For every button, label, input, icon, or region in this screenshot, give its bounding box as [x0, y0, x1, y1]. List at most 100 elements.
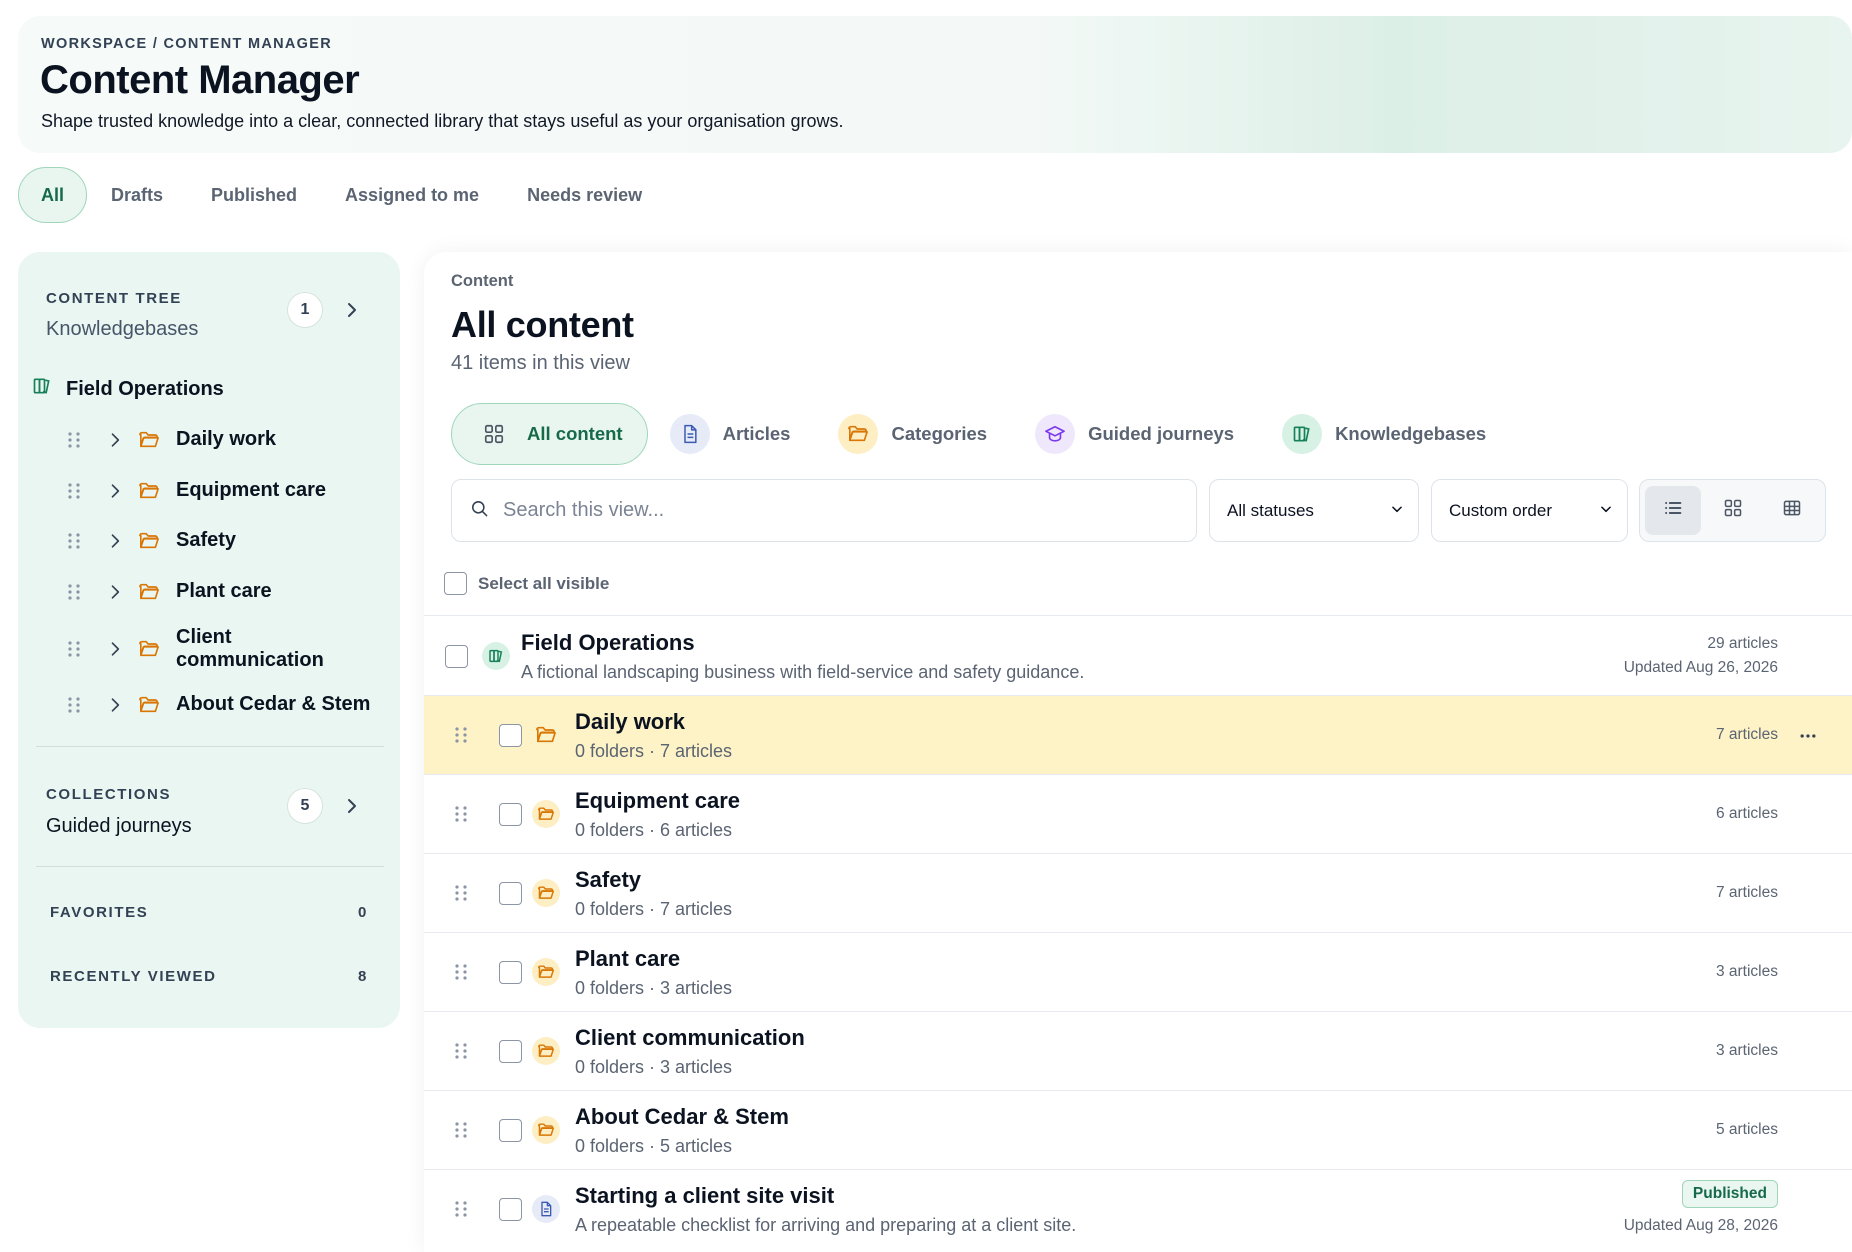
content-type-tabs: All content Articles Categories Guided j… — [451, 403, 1512, 465]
row-updated: Updated Aug 26, 2026 — [1623, 659, 1778, 676]
tab-published[interactable]: Published — [187, 167, 321, 223]
tree-item-client-communication[interactable]: Client communication — [56, 626, 386, 672]
row-subtitle: 0 folders · 6 articles — [575, 820, 733, 840]
drag-handle-icon[interactable] — [454, 805, 468, 828]
row-checkbox[interactable] — [499, 1198, 522, 1221]
folder-icon — [132, 639, 166, 659]
tab-knowledgebases[interactable]: Knowledgebases — [1260, 403, 1512, 465]
chevron-right-icon[interactable] — [98, 582, 132, 602]
drag-handle-icon[interactable] — [454, 1200, 468, 1223]
tree-root-field-operations[interactable]: Field Operations — [32, 376, 224, 402]
row-checkbox[interactable] — [499, 961, 522, 984]
folder-icon — [532, 958, 560, 986]
drag-handle-icon[interactable] — [56, 431, 92, 449]
chevron-right-icon[interactable] — [98, 430, 132, 450]
tab-needs-review[interactable]: Needs review — [503, 167, 666, 223]
list-item[interactable]: Field Operations A fictional landscaping… — [424, 615, 1852, 695]
list-item[interactable]: Equipment care 0 folders · 6 articles 6 … — [424, 774, 1852, 853]
status-badge: Published — [1681, 1180, 1778, 1208]
list-item[interactable]: Daily work 0 folders · 7 articles 7 arti… — [424, 695, 1852, 774]
drag-handle-icon[interactable] — [454, 963, 468, 986]
row-checkbox[interactable] — [445, 645, 468, 668]
tab-all-content[interactable]: All content — [451, 403, 648, 465]
chevron-right-icon[interactable] — [98, 639, 132, 659]
list-item[interactable]: About Cedar & Stem 0 folders · 5 article… — [424, 1090, 1852, 1169]
favorites-row[interactable]: FAVORITES 0 — [50, 904, 368, 921]
drag-handle-icon[interactable] — [454, 726, 468, 749]
row-title: Field Operations — [521, 630, 695, 655]
recently-viewed-row[interactable]: RECENTLY VIEWED 8 — [50, 968, 368, 985]
folder-icon — [132, 430, 166, 450]
drag-handle-icon[interactable] — [454, 1121, 468, 1144]
more-options-icon[interactable] — [1798, 726, 1818, 751]
favorites-count: 0 — [358, 904, 368, 921]
drag-handle-icon[interactable] — [56, 640, 92, 658]
list-view-button[interactable] — [1645, 486, 1701, 535]
row-title: About Cedar & Stem — [575, 1104, 789, 1129]
chevron-right-icon[interactable] — [98, 481, 132, 501]
tab-guided-journeys[interactable]: Guided journeys — [1013, 403, 1260, 465]
row-subtitle: 0 folders · 3 articles — [575, 1057, 733, 1077]
drag-handle-icon[interactable] — [454, 884, 468, 907]
list-icon — [1663, 498, 1683, 523]
page-title: Content Manager — [40, 58, 360, 102]
tab-assigned-to-me[interactable]: Assigned to me — [321, 167, 503, 223]
list-item[interactable]: Client communication 0 folders · 3 artic… — [424, 1011, 1852, 1090]
select-all-checkbox[interactable] — [444, 572, 467, 595]
drag-handle-icon[interactable] — [56, 696, 92, 714]
row-checkbox[interactable] — [499, 1119, 522, 1142]
row-checkbox[interactable] — [499, 803, 522, 826]
row-checkbox[interactable] — [499, 724, 522, 747]
tree-item-safety[interactable]: Safety — [56, 529, 386, 552]
tab-label: Categories — [891, 423, 988, 444]
tree-item-label: Daily work — [176, 428, 277, 450]
sidebar-divider — [36, 746, 384, 747]
tab-drafts[interactable]: Drafts — [87, 167, 187, 223]
row-article-count: 7 articles — [1715, 884, 1778, 901]
tree-item-plant-care[interactable]: Plant care — [56, 580, 386, 603]
list-item[interactable]: Starting a client site visit A repeatabl… — [424, 1169, 1852, 1249]
drag-handle-icon[interactable] — [56, 583, 92, 601]
table-view-button[interactable] — [1764, 486, 1820, 535]
tab-categories[interactable]: Categories — [816, 403, 1013, 465]
content-tree-sub: Knowledgebases — [46, 318, 199, 340]
row-updated: Updated Aug 28, 2026 — [1623, 1217, 1778, 1234]
tab-articles[interactable]: Articles — [648, 403, 817, 465]
tab-label: All content — [527, 423, 623, 444]
knowledgebase-icon — [482, 642, 510, 670]
row-checkbox[interactable] — [499, 1040, 522, 1063]
status-filter-select[interactable]: All statuses — [1209, 479, 1419, 542]
content-tree-expand-icon[interactable] — [340, 298, 364, 322]
list-item[interactable]: Plant care 0 folders · 3 articles 3 arti… — [424, 932, 1852, 1011]
drag-handle-icon[interactable] — [56, 482, 92, 500]
folder-icon — [132, 695, 166, 715]
grid-view-button[interactable] — [1705, 486, 1761, 535]
chevron-right-icon[interactable] — [98, 531, 132, 551]
chevron-down-icon — [1390, 501, 1404, 521]
row-subtitle: 0 folders · 5 articles — [575, 1136, 733, 1156]
drag-handle-icon[interactable] — [454, 1042, 468, 1065]
tree-root-label: Field Operations — [66, 377, 224, 400]
tree-item-about-cedar-stem[interactable]: About Cedar & Stem — [56, 693, 386, 716]
table-icon — [1782, 498, 1802, 523]
tree-item-label: Equipment care — [176, 479, 327, 501]
row-subtitle: A fictional landscaping business with fi… — [521, 662, 1085, 682]
sidebar-divider — [36, 866, 384, 867]
chevron-right-icon[interactable] — [98, 695, 132, 715]
list-item[interactable]: Safety 0 folders · 7 articles 7 articles — [424, 853, 1852, 932]
panel-label: Content — [451, 272, 514, 290]
sort-order-select[interactable]: Custom order — [1431, 479, 1628, 542]
tree-item-daily-work[interactable]: Daily work — [56, 428, 386, 451]
select-all-row[interactable]: Select all visible — [444, 572, 609, 595]
folder-icon — [132, 481, 166, 501]
collections-sub[interactable]: Guided journeys — [46, 815, 192, 838]
tree-item-equipment-care[interactable]: Equipment care — [56, 479, 386, 502]
drag-handle-icon[interactable] — [56, 532, 92, 550]
tab-all[interactable]: All — [18, 167, 88, 223]
row-title: Client communication — [575, 1025, 805, 1050]
content-tree-count: 1 — [287, 292, 323, 328]
grid-icon — [474, 414, 514, 454]
search-input[interactable]: Search this view... — [451, 479, 1197, 542]
collections-expand-icon[interactable] — [340, 794, 364, 818]
row-checkbox[interactable] — [499, 882, 522, 905]
